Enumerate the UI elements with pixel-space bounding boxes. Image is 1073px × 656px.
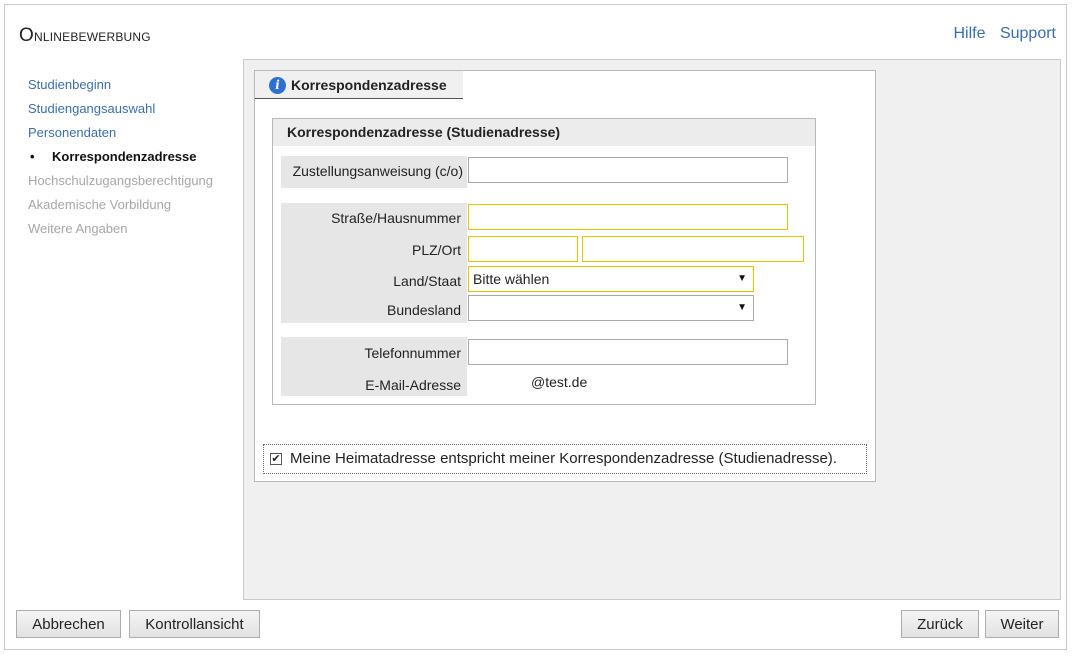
country-select-value: Bitte wählen [473, 271, 550, 287]
cancel-button[interactable]: Abbrechen [16, 610, 121, 638]
nav-item-akademische-vorbildung: Akademische Vorbildung [28, 197, 172, 212]
app-title-initial: O [19, 25, 34, 46]
zip-city-label: PLZ/Ort [411, 242, 461, 258]
tab-korrespondenzadresse[interactable]: i Korrespondenzadresse [255, 71, 463, 99]
section-title: Korrespondenzadresse (Studienadresse) [273, 119, 815, 146]
help-link[interactable]: Hilfe [953, 25, 985, 42]
phone-label: Telefonnummer [364, 345, 462, 361]
back-button[interactable]: Zurück [901, 610, 979, 638]
co-label: Zustellungsanweisung (c/o) [292, 163, 463, 179]
nav-item-label: Korrespondenzadresse [52, 149, 197, 164]
nav-item-personendaten[interactable]: Personendaten [28, 121, 213, 145]
zip-input[interactable] [468, 236, 578, 262]
street-input[interactable] [468, 204, 788, 230]
step-navigation: Studienbeginn Studiengangsauswahl Person… [28, 73, 213, 241]
chevron-down-icon: ▼ [737, 273, 747, 284]
next-button[interactable]: Weiter [985, 610, 1059, 638]
same-address-label[interactable]: Meine Heimatadresse entspricht meiner Ko… [290, 445, 837, 473]
content-area: i Korrespondenzadresse Korrespondenzadre… [243, 59, 1061, 600]
app-title-rest: nlinebewerbung [33, 26, 151, 45]
same-address-checkbox-row[interactable]: ✔ Meine Heimatadresse entspricht meiner … [263, 444, 867, 474]
form-panel: i Korrespondenzadresse Korrespondenzadre… [254, 70, 876, 482]
country-label: Land/Staat [393, 273, 461, 289]
phone-input[interactable] [468, 339, 788, 365]
nav-item-korrespondenzadresse: • Korrespondenzadresse [28, 145, 213, 169]
nav-item-studiengangsauswahl[interactable]: Studiengangsauswahl [28, 97, 213, 121]
top-links: Hilfe Support [943, 25, 1056, 43]
chevron-down-icon: ▼ [737, 302, 747, 313]
email-value: @test.de [531, 374, 588, 390]
review-button[interactable]: Kontrollansicht [129, 610, 260, 638]
co-input[interactable] [468, 157, 788, 183]
city-input[interactable] [582, 236, 804, 262]
address-fieldset: Korrespondenzadresse (Studienadresse) Zu… [272, 118, 816, 405]
nav-item-hochschulzugangsberechtigung: Hochschulzugangsberechtigung [28, 173, 214, 188]
nav-item-weitere-angaben: Weitere Angaben [28, 221, 128, 236]
nav-item-studienbeginn[interactable]: Studienbeginn [28, 73, 213, 97]
same-address-checkbox[interactable]: ✔ [270, 453, 282, 465]
application-frame: Onlinebewerbung Hilfe Support Studienbeg… [4, 4, 1067, 650]
country-select[interactable]: Bitte wählen ▼ [468, 266, 754, 292]
state-select[interactable]: ▼ [468, 295, 754, 321]
app-title: Onlinebewerbung [19, 25, 151, 47]
street-label: Straße/Hausnummer [331, 210, 461, 226]
state-label: Bundesland [387, 302, 461, 318]
nav-active-bullet: • [30, 149, 35, 164]
support-link[interactable]: Support [1000, 25, 1056, 42]
tab-label: Korrespondenzadresse [291, 77, 447, 93]
email-label: E-Mail-Adresse [365, 377, 461, 393]
info-icon: i [269, 77, 286, 94]
